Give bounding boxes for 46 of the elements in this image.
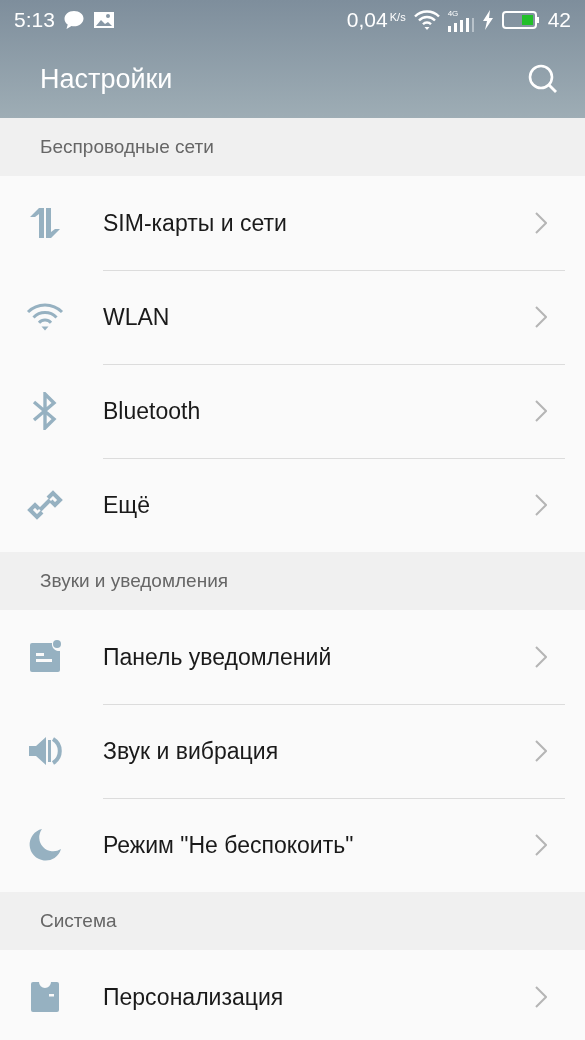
item-label: Звук и вибрация bbox=[103, 737, 280, 765]
battery-icon bbox=[501, 10, 540, 30]
chevron-icon bbox=[535, 494, 547, 516]
chat-bubble-icon bbox=[62, 10, 85, 30]
battery-percent: 42 bbox=[547, 8, 571, 32]
bluetooth-icon bbox=[30, 392, 59, 430]
chevron-icon bbox=[535, 306, 547, 328]
item-label: Ещё bbox=[103, 491, 152, 519]
network-type: 4G bbox=[447, 8, 459, 18]
screen-title: Настройки bbox=[40, 63, 174, 95]
chevron-icon bbox=[535, 400, 547, 422]
speed-unit: K/s bbox=[389, 11, 406, 23]
item-label: Персонализация bbox=[103, 983, 285, 1011]
chevron-icon bbox=[535, 834, 547, 856]
notification-panel-icon bbox=[27, 640, 62, 674]
charging-icon bbox=[481, 10, 494, 30]
settings-item[interactable]: Ещё bbox=[0, 458, 585, 552]
chevron-icon bbox=[535, 646, 547, 668]
settings-item[interactable]: WLAN bbox=[0, 270, 585, 364]
signal-icon bbox=[447, 17, 474, 32]
settings-item[interactable]: Панель уведомлений bbox=[0, 610, 585, 704]
moon-icon bbox=[27, 828, 62, 862]
settings-item[interactable]: Bluetooth bbox=[0, 364, 585, 458]
chevron-icon bbox=[535, 740, 547, 762]
section-header: Беспроводные сети bbox=[40, 136, 214, 158]
item-label: WLAN bbox=[103, 303, 171, 331]
settings-item[interactable]: Персонализация bbox=[0, 950, 585, 1040]
settings-item[interactable]: SIM-карты и сети bbox=[0, 176, 585, 270]
wifi-icon bbox=[413, 10, 440, 30]
clock-time: 5:13 bbox=[14, 8, 55, 32]
speaker-icon bbox=[27, 735, 62, 767]
item-label: Bluetooth bbox=[103, 397, 202, 425]
image-icon bbox=[92, 11, 115, 29]
item-label: Панель уведомлений bbox=[103, 643, 333, 671]
section-header: Звуки и уведомления bbox=[40, 570, 229, 592]
chevron-icon bbox=[535, 212, 547, 234]
wifi-icon bbox=[25, 303, 64, 331]
shirt-icon bbox=[28, 980, 61, 1014]
item-label: SIM-карты и сети bbox=[103, 209, 288, 237]
section-header: Система bbox=[40, 910, 117, 932]
network-speed: 0,04 bbox=[346, 8, 388, 32]
settings-item[interactable]: Режим "Не беспокоить" bbox=[0, 798, 585, 892]
settings-item[interactable]: Звук и вибрация bbox=[0, 704, 585, 798]
search-button[interactable] bbox=[527, 63, 559, 95]
item-label: Режим "Не беспокоить" bbox=[103, 831, 355, 859]
chevron-icon bbox=[535, 986, 547, 1008]
